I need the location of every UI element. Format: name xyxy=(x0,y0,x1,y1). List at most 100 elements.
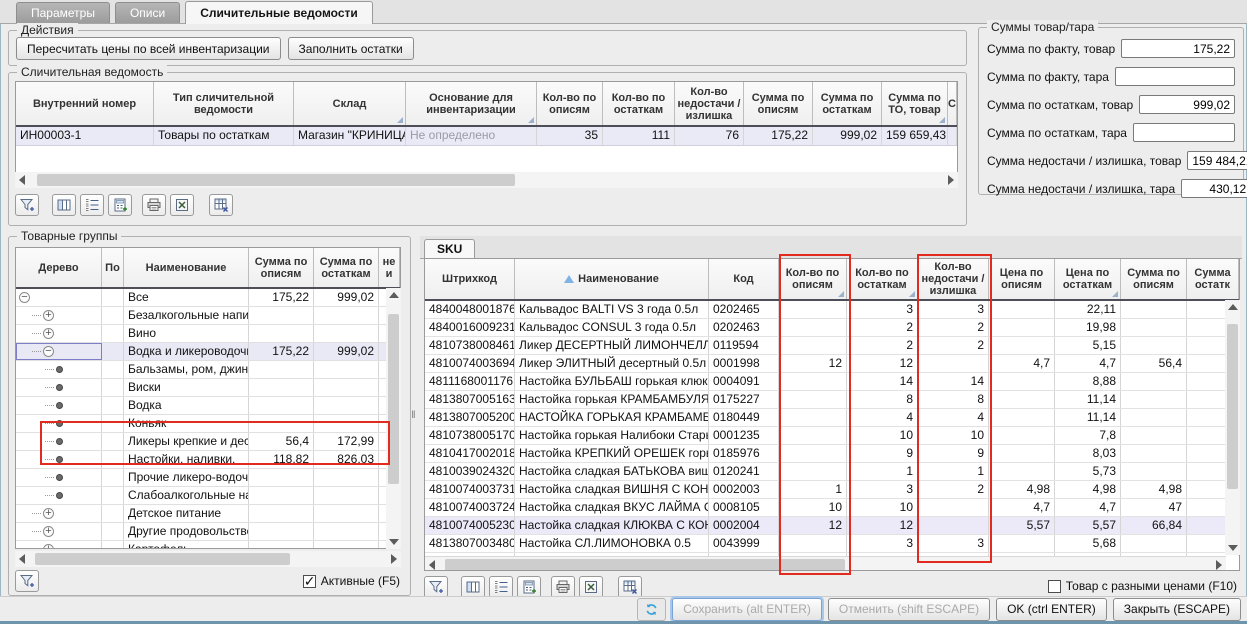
scroll-right-icon[interactable] xyxy=(948,175,954,185)
sum-fact-tare-input[interactable] xyxy=(1115,67,1235,86)
sum-fact-goods-input[interactable] xyxy=(1121,39,1235,58)
active-checkbox[interactable]: Активные (F5) xyxy=(303,574,400,588)
ok-button[interactable]: OK (ctrl ENTER) xyxy=(996,598,1107,621)
tree-leaf-icon[interactable] xyxy=(56,456,63,463)
statement-row[interactable]: ИН00003-1 Товары по остаткам Магазин "КР… xyxy=(16,127,957,146)
tree-vscrollbar[interactable] xyxy=(386,288,401,549)
col-name[interactable]: Наименование xyxy=(124,248,249,287)
tab-inventories[interactable]: Описи xyxy=(115,2,180,23)
col-sum-lists[interactable]: Сумма по описям xyxy=(744,82,813,125)
scroll-left-icon[interactable] xyxy=(19,175,25,185)
col-sum-to[interactable]: Сумма по ТО, товар xyxy=(882,82,948,125)
tree-row[interactable]: Коньяк xyxy=(16,415,400,433)
collapse-icon[interactable]: − xyxy=(43,346,54,357)
scroll-left-icon[interactable] xyxy=(19,554,25,564)
tree-leaf-icon[interactable] xyxy=(56,474,63,481)
tree-hscrollbar[interactable] xyxy=(15,551,401,567)
sku-row[interactable]: 4810039024320Настойка сладкая БАТЬКОВА в… xyxy=(425,463,1239,481)
statement-hscrollbar[interactable] xyxy=(15,172,958,188)
expand-icon[interactable]: + xyxy=(43,310,54,321)
scroll-up-icon[interactable] xyxy=(1228,304,1238,310)
col-qty-lists[interactable]: Кол-во по описям xyxy=(779,259,847,299)
scroll-thumb[interactable] xyxy=(35,553,290,565)
tab-parameters[interactable]: Параметры xyxy=(16,2,110,23)
col-price-stock[interactable]: Цена по остаткам xyxy=(1055,259,1121,299)
sku-row[interactable]: 4810074003731Настойка сладкая ВИШНЯ С КО… xyxy=(425,481,1239,499)
col-tree[interactable]: Дерево xyxy=(16,248,102,287)
sku-row[interactable]: 4840048001876Кальвадос BALTI VS 3 года 0… xyxy=(425,301,1239,319)
excel-export-icon[interactable] xyxy=(170,194,194,216)
tree-row[interactable]: Виски xyxy=(16,379,400,397)
tree-row[interactable]: −Все175,22999,02 xyxy=(16,289,400,307)
col-price-lists[interactable]: Цена по описям xyxy=(989,259,1055,299)
expand-icon[interactable]: + xyxy=(43,526,54,537)
col-qty-shortage[interactable]: Кол-во недостачи / излишка xyxy=(918,259,989,299)
scroll-thumb[interactable] xyxy=(445,559,845,571)
filter-plus-icon[interactable] xyxy=(15,570,39,592)
tree-leaf-icon[interactable] xyxy=(56,492,63,499)
sku-row[interactable]: 4810738008461Ликер ДЕСЕРТНЫЙ ЛИМОНЧЕЛЛО … xyxy=(425,337,1239,355)
scroll-left-icon[interactable] xyxy=(429,560,435,570)
scroll-thumb[interactable] xyxy=(388,314,399,484)
sku-row[interactable]: 4810074003694Ликер ЭЛИТНЫЙ десертный 0.5… xyxy=(425,355,1239,373)
col-statement-type[interactable]: Тип сличительной ведомости xyxy=(154,82,294,125)
numbered-list-icon[interactable] xyxy=(80,194,104,216)
tree-row[interactable]: +Другие продовольственн xyxy=(16,523,400,541)
tree-row[interactable]: +Безалкогольные напитки xyxy=(16,307,400,325)
col-inventory-basis[interactable]: Основание для инвентаризации xyxy=(406,82,537,125)
col-po[interactable]: По xyxy=(102,248,124,287)
expand-icon[interactable]: + xyxy=(43,544,54,549)
col-partial[interactable]: С xyxy=(948,82,957,125)
tree-row[interactable]: Бальзамы, ром, джин xyxy=(16,361,400,379)
tab-sku[interactable]: SKU xyxy=(424,239,475,259)
expand-icon[interactable]: + xyxy=(43,508,54,519)
sku-row[interactable]: 4810074005230Настойка сладкая КЛЮКВА С К… xyxy=(425,517,1239,535)
col-internal-number[interactable]: Внутренний номер xyxy=(16,82,154,125)
sum-shortage-goods-input[interactable] xyxy=(1187,151,1247,170)
save-button[interactable]: Сохранить (alt ENTER) xyxy=(672,598,822,621)
table-settings-icon[interactable] xyxy=(209,194,233,216)
recalc-prices-button[interactable]: Пересчитать цены по всей инвентаризации xyxy=(16,37,281,60)
cancel-button[interactable]: Отменить (shift ESCAPE) xyxy=(828,598,990,621)
sum-shortage-tare-input[interactable] xyxy=(1181,179,1247,198)
col-sum-stock-partial[interactable]: Сумма остатк xyxy=(1187,259,1239,299)
sku-row[interactable]: 4813807005163Настойка горькая КРАМБАМБУЛ… xyxy=(425,391,1239,409)
print-icon[interactable] xyxy=(142,194,166,216)
sku-row[interactable]: 4813807003480Настойка СЛ.ЛИМОНОВКА 0.500… xyxy=(425,535,1239,553)
scroll-up-icon[interactable] xyxy=(389,292,399,298)
scroll-thumb[interactable] xyxy=(1227,324,1238,489)
col-sum-stock[interactable]: Сумма по остаткам xyxy=(813,82,882,125)
excel-export-icon[interactable] xyxy=(579,576,603,598)
col-sum-stock[interactable]: Сумма по остаткам xyxy=(314,248,379,287)
filter-plus-icon[interactable] xyxy=(424,576,448,598)
column-select-icon[interactable] xyxy=(52,194,76,216)
tree-leaf-icon[interactable] xyxy=(56,384,63,391)
col-qty-stock[interactable]: Кол-во по остаткам xyxy=(603,82,675,125)
col-qty-lists[interactable]: Кол-во по описям xyxy=(537,82,603,125)
col-sum-lists[interactable]: Сумма по описям xyxy=(1121,259,1187,299)
sku-row[interactable]: 4810738005170Настойка горькая Налибоки С… xyxy=(425,427,1239,445)
fill-stock-button[interactable]: Заполнить остатки xyxy=(288,37,414,60)
col-qty-stock[interactable]: Кол-во по остаткам xyxy=(847,259,918,299)
table-settings-icon[interactable] xyxy=(618,576,642,598)
refresh-button[interactable] xyxy=(637,598,666,621)
sku-row[interactable]: 4810074003724Настойка сладкая ВКУС ЛАЙМА… xyxy=(425,499,1239,517)
tree-row[interactable]: Настойки, наливки.118,82826,03 xyxy=(16,451,400,469)
sum-stock-tare-input[interactable] xyxy=(1133,123,1235,142)
tree-row[interactable]: Водка xyxy=(16,397,400,415)
sku-hscrollbar[interactable] xyxy=(425,556,1226,571)
col-barcode[interactable]: Штрихкод xyxy=(425,259,515,299)
col-warehouse[interactable]: Склад xyxy=(294,82,406,125)
checkbox-checked-icon[interactable] xyxy=(303,575,316,588)
tree-row[interactable]: +Вино xyxy=(16,325,400,343)
tree-row[interactable]: +Картофель xyxy=(16,541,400,549)
tree-row[interactable]: Прочие ликеро-водочные xyxy=(16,469,400,487)
sku-vscrollbar[interactable] xyxy=(1225,300,1240,555)
col-partial[interactable]: не и xyxy=(379,248,400,287)
col-code[interactable]: Код xyxy=(709,259,779,299)
sku-row[interactable]: 4810417002018Настойка КРЕПКИЙ ОРЕШЕК гор… xyxy=(425,445,1239,463)
sum-stock-goods-input[interactable] xyxy=(1139,95,1235,114)
tree-leaf-icon[interactable] xyxy=(56,438,63,445)
scroll-right-icon[interactable] xyxy=(391,554,397,564)
scroll-right-icon[interactable] xyxy=(1216,560,1222,570)
